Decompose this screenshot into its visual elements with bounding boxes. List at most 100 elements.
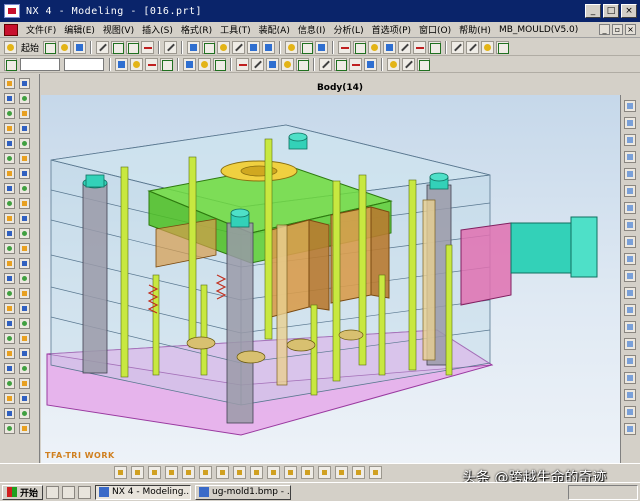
tool-icon[interactable]: [4, 243, 15, 254]
snap-quadrant-icon[interactable]: [160, 57, 173, 71]
tool-icon[interactable]: [19, 228, 30, 239]
section-view-icon[interactable]: [417, 57, 430, 71]
menu-mb-mould[interactable]: MB_MOULD(V5.0): [495, 25, 582, 35]
mirror-icon[interactable]: [349, 57, 362, 71]
trim-icon[interactable]: [319, 57, 332, 71]
selection-scope-dropdown[interactable]: [64, 57, 104, 71]
arc-icon[interactable]: [466, 40, 480, 54]
bottom-tool-icon[interactable]: [182, 466, 195, 479]
bottom-tool-icon[interactable]: [267, 466, 280, 479]
menu-insert[interactable]: 插入(S): [138, 23, 177, 36]
view-tool-icon[interactable]: [624, 406, 636, 418]
offset-icon[interactable]: [334, 57, 347, 71]
nx-app-icon[interactable]: [4, 4, 20, 18]
mold-assembly-model[interactable]: [41, 95, 620, 463]
menu-assembly[interactable]: 装配(A): [255, 23, 294, 36]
doc-close-button[interactable]: ×: [625, 24, 636, 35]
document-menu-icon[interactable]: [4, 23, 18, 36]
tool-icon[interactable]: [19, 273, 30, 284]
tool-icon[interactable]: [4, 138, 15, 149]
view-tool-icon[interactable]: [624, 236, 636, 248]
menu-format[interactable]: 格式(R): [177, 23, 216, 36]
assembly-navigator-icon[interactable]: [183, 57, 196, 71]
bottom-tool-icon[interactable]: [284, 466, 297, 479]
quicklaunch-ie-icon[interactable]: [46, 485, 60, 499]
part-navigator-icon[interactable]: [198, 57, 211, 71]
save-icon[interactable]: [73, 40, 87, 54]
boss-icon[interactable]: [398, 40, 412, 54]
view-tool-icon[interactable]: [624, 355, 636, 367]
bottom-tool-icon[interactable]: [216, 466, 229, 479]
bottom-tool-icon[interactable]: [335, 466, 348, 479]
delete-icon[interactable]: [141, 40, 155, 54]
tool-icon[interactable]: [19, 348, 30, 359]
tool-icon[interactable]: [19, 288, 30, 299]
view-tool-icon[interactable]: [624, 372, 636, 384]
tool-icon[interactable]: [19, 333, 30, 344]
tool-icon[interactable]: [19, 408, 30, 419]
tool-icon[interactable]: [4, 408, 15, 419]
tool-icon[interactable]: [19, 243, 30, 254]
tool-icon[interactable]: [19, 258, 30, 269]
menu-analysis[interactable]: 分析(L): [330, 23, 368, 36]
view-tool-icon[interactable]: [624, 168, 636, 180]
ejector-pin-icon[interactable]: [251, 57, 264, 71]
maximize-button[interactable]: □: [603, 4, 619, 18]
blend-icon[interactable]: [413, 40, 427, 54]
new-file-icon[interactable]: [43, 40, 57, 54]
tool-icon[interactable]: [4, 348, 15, 359]
tool-icon[interactable]: [4, 333, 15, 344]
view-tool-icon[interactable]: [624, 202, 636, 214]
hole-icon[interactable]: [383, 40, 397, 54]
tool-icon[interactable]: [4, 123, 15, 134]
line-icon[interactable]: [451, 40, 465, 54]
menu-help[interactable]: 帮助(H): [455, 23, 495, 36]
graphics-window[interactable]: TFA-TRI WORK: [41, 95, 620, 463]
minimize-button[interactable]: _: [585, 4, 601, 18]
bottom-tool-icon[interactable]: [352, 466, 365, 479]
tool-icon[interactable]: [4, 273, 15, 284]
tool-icon[interactable]: [4, 258, 15, 269]
tool-icon[interactable]: [4, 423, 15, 434]
bottom-tool-icon[interactable]: [318, 466, 331, 479]
view-tool-icon[interactable]: [624, 389, 636, 401]
menu-file[interactable]: 文件(F): [22, 23, 60, 36]
tool-icon[interactable]: [4, 393, 15, 404]
menu-information[interactable]: 信息(I): [294, 23, 330, 36]
bottom-tool-icon[interactable]: [114, 466, 127, 479]
tool-icon[interactable]: [19, 318, 30, 329]
component-icon[interactable]: [213, 57, 226, 71]
quicklaunch-media-icon[interactable]: [78, 485, 92, 499]
bottom-tool-icon[interactable]: [165, 466, 178, 479]
tool-icon[interactable]: [4, 183, 15, 194]
mould-wizard-icon[interactable]: [236, 57, 249, 71]
tool-icon[interactable]: [19, 303, 30, 314]
view-tool-icon[interactable]: [624, 100, 636, 112]
extrude-icon[interactable]: [353, 40, 367, 54]
view-tool-icon[interactable]: [624, 185, 636, 197]
tool-icon[interactable]: [4, 198, 15, 209]
tool-icon[interactable]: [19, 138, 30, 149]
type-filter-dropdown[interactable]: [20, 57, 60, 71]
bottom-tool-icon[interactable]: [233, 466, 246, 479]
task-nx-modeling[interactable]: NX 4 - Modeling...: [95, 484, 192, 500]
tool-icon[interactable]: [19, 378, 30, 389]
measure-distance-icon[interactable]: [387, 57, 400, 71]
sketch-icon[interactable]: [338, 40, 352, 54]
tool-icon[interactable]: [4, 153, 15, 164]
menu-edit[interactable]: 编辑(E): [60, 23, 99, 36]
tool-icon[interactable]: [19, 93, 30, 104]
start-app-icon[interactable]: [4, 40, 17, 54]
measure-angle-icon[interactable]: [402, 57, 415, 71]
tool-icon[interactable]: [4, 168, 15, 179]
view-tool-icon[interactable]: [624, 117, 636, 129]
copy-icon[interactable]: [111, 40, 125, 54]
cooling-icon[interactable]: [281, 57, 294, 71]
quicklaunch-desktop-icon[interactable]: [62, 485, 76, 499]
view-tool-icon[interactable]: [624, 304, 636, 316]
cut-icon[interactable]: [96, 40, 110, 54]
bottom-tool-icon[interactable]: [199, 466, 212, 479]
bottom-tool-icon[interactable]: [369, 466, 382, 479]
start-button[interactable]: 开始: [2, 484, 44, 500]
view-tool-icon[interactable]: [624, 219, 636, 231]
